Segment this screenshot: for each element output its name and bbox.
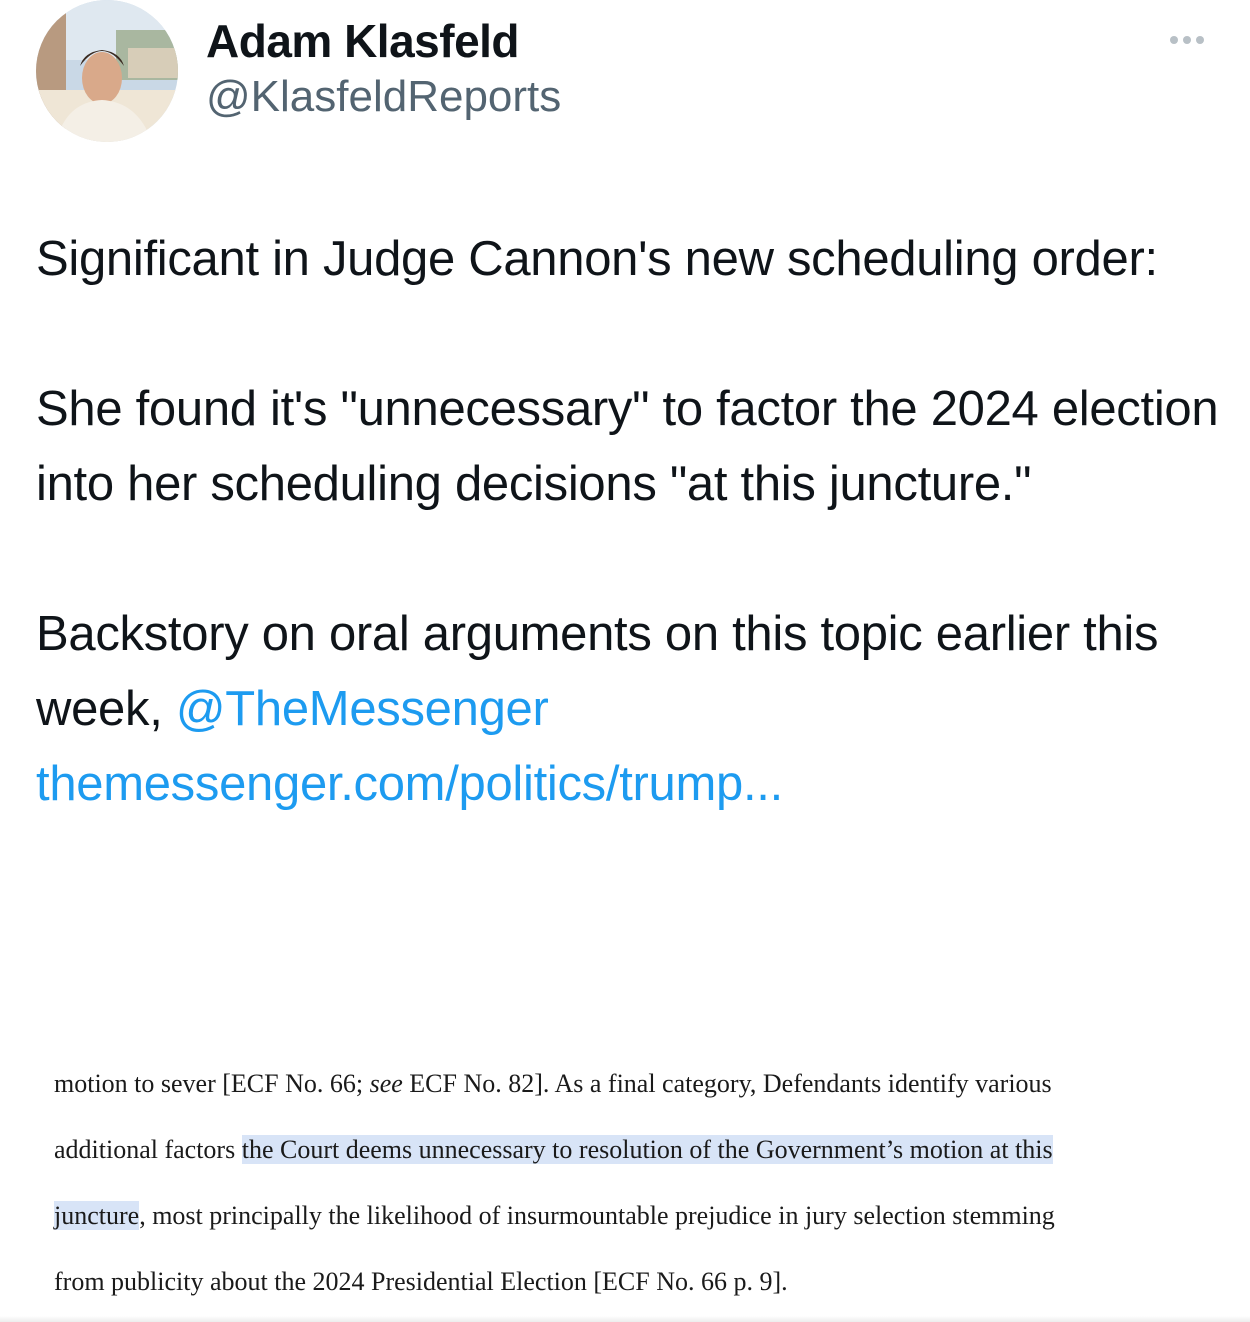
document-line-2: additional factors the Court deems unnec…	[54, 1130, 1053, 1170]
author-name[interactable]: Adam Klasfeld	[206, 14, 520, 68]
document-highlight-2: juncture	[54, 1201, 140, 1230]
profile-photo	[36, 0, 178, 142]
document-line-3: juncture, most principally the likelihoo…	[54, 1196, 1055, 1236]
more-options-icon[interactable]	[1170, 32, 1220, 48]
url-link[interactable]: themessenger.com/politics/trump...	[36, 747, 1226, 822]
document-highlight-1: the Court deems unnecessary to resolutio…	[241, 1135, 1053, 1164]
document-line-2-text: additional factors	[54, 1135, 242, 1164]
dot	[1183, 36, 1191, 44]
document-line-1-rest: ECF No. 82]. As a final category, Defend…	[402, 1069, 1052, 1098]
tweet-text: Significant in Judge Cannon's new schedu…	[36, 222, 1226, 822]
avatar[interactable]	[36, 0, 178, 142]
tweet-paragraph-2: She found it's "unnecessary" to factor t…	[36, 382, 1219, 511]
tweet-paragraph-1: Significant in Judge Cannon's new schedu…	[36, 232, 1158, 286]
document-line-1: motion to sever [ECF No. 66; see ECF No.…	[54, 1064, 1052, 1104]
document-line-3-text: , most principally the likelihood of ins…	[139, 1201, 1055, 1230]
author-handle[interactable]: @KlasfeldReports	[206, 72, 561, 122]
dot	[1196, 36, 1204, 44]
bottom-edge	[0, 1316, 1250, 1322]
dot	[1170, 36, 1178, 44]
document-line-1-text: motion to sever [ECF No. 66;	[54, 1069, 370, 1098]
document-line-4: from publicity about the 2024 Presidenti…	[54, 1267, 788, 1296]
tweet-paragraph-3: Backstory on oral arguments on this topi…	[36, 597, 1226, 747]
document-line-1-italic: see	[369, 1069, 403, 1098]
mention-link[interactable]: @TheMessenger	[176, 682, 549, 736]
